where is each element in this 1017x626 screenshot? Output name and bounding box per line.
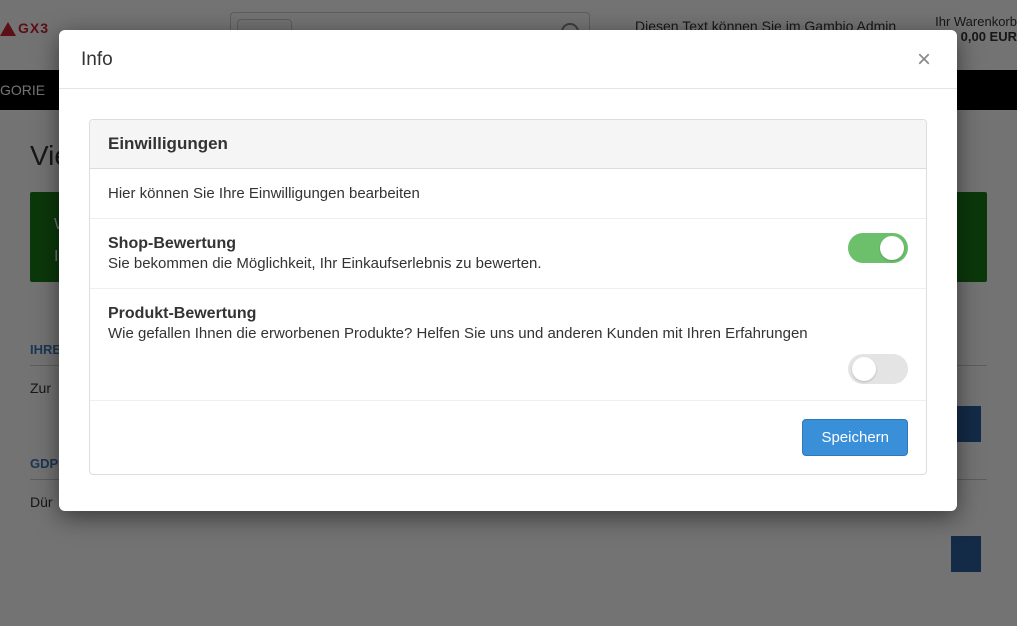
panel-footer: Speichern: [90, 401, 926, 474]
toggle-shop-rating[interactable]: [848, 233, 908, 263]
consent-shop-desc: Sie bekommen die Möglichkeit, Ihr Einkau…: [108, 255, 908, 272]
toggle-knob: [880, 236, 904, 260]
consent-product-rating: Produkt-Bewertung Wie gefallen Ihnen die…: [90, 289, 926, 401]
toggle-product-rating[interactable]: [848, 354, 908, 384]
panel-heading: Einwilligungen: [90, 120, 926, 169]
consent-shop-title: Shop-Bewertung: [108, 235, 236, 252]
consent-product-desc: Wie gefallen Ihnen die erworbenen Produk…: [108, 325, 908, 342]
consent-shop-rating: Shop-Bewertung Sie bekommen die Möglichk…: [90, 219, 926, 289]
modal-header: Info ×: [59, 30, 957, 89]
consent-intro: Hier können Sie Ihre Einwilligungen bear…: [90, 169, 926, 219]
consent-panel: Einwilligungen Hier können Sie Ihre Einw…: [89, 119, 927, 475]
consent-intro-text: Hier können Sie Ihre Einwilligungen bear…: [108, 185, 420, 202]
close-icon[interactable]: ×: [913, 48, 935, 72]
save-button[interactable]: Speichern: [802, 419, 908, 456]
consent-product-title: Produkt-Bewertung: [108, 305, 256, 322]
modal-title: Info: [81, 49, 913, 71]
panel-title: Einwilligungen: [108, 134, 908, 154]
toggle-knob: [852, 357, 876, 381]
info-modal: Info × Einwilligungen Hier können Sie Ih…: [59, 30, 957, 511]
